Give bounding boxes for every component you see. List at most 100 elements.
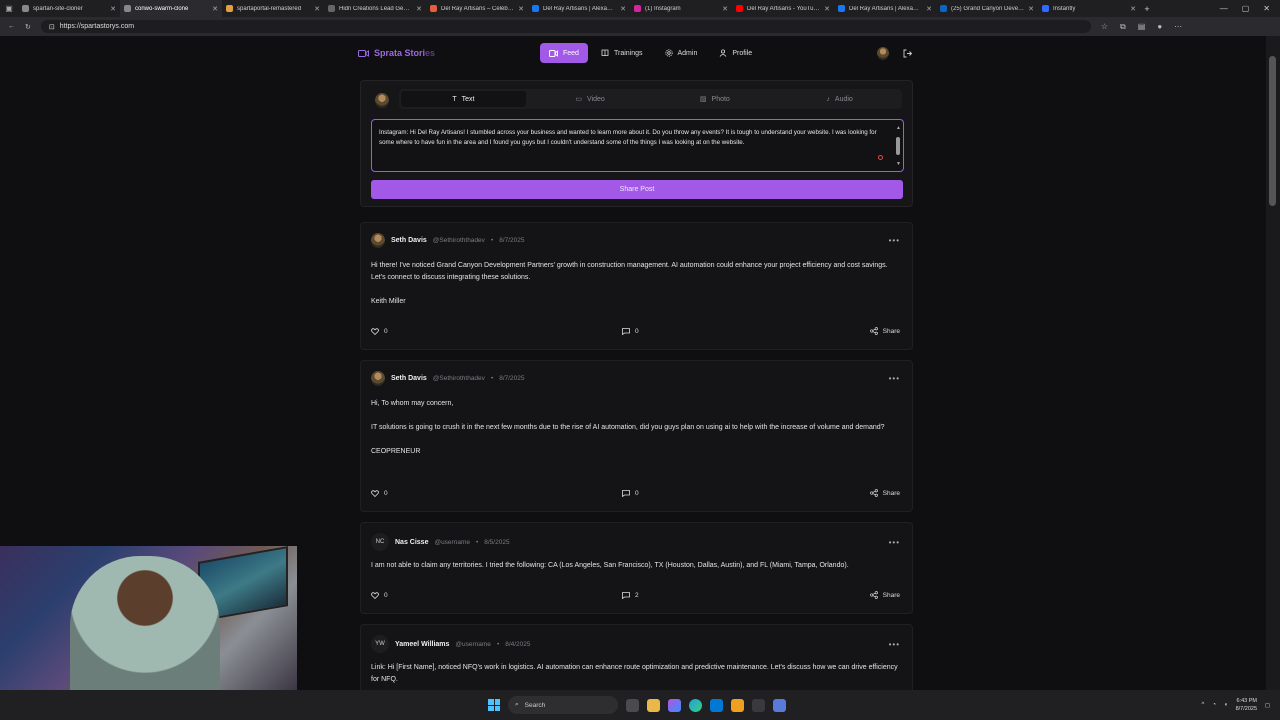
tab-close-icon[interactable]: ✕ <box>926 5 932 13</box>
share-button[interactable]: Share <box>869 591 900 599</box>
notifications-icon[interactable]: ◻ <box>1265 702 1270 709</box>
user-avatar[interactable] <box>877 46 889 60</box>
meta-separator: • <box>475 538 479 546</box>
file-explorer-icon[interactable] <box>647 698 660 712</box>
comment-button[interactable]: 0 <box>622 490 639 497</box>
task-view-icon[interactable] <box>626 698 639 712</box>
terminal-icon[interactable] <box>752 698 765 712</box>
post-body: I am not able to claim any territories. … <box>371 560 900 584</box>
brand-logo[interactable]: Sprata Stories <box>358 48 540 58</box>
comment-button[interactable]: 0 <box>622 328 639 335</box>
post-author-name[interactable]: Nas Cisse <box>395 539 428 546</box>
like-button[interactable]: 0 <box>371 490 388 497</box>
browser-tab[interactable]: Del Ray Artisans – Celebrati... ✕ <box>426 0 528 17</box>
tray-chevron-icon[interactable]: ^ <box>1202 702 1205 708</box>
post-paragraph: Keith Miller <box>371 298 406 305</box>
window-menu-icon[interactable]: ▣ <box>0 4 18 13</box>
logout-icon[interactable] <box>903 49 912 58</box>
book-icon <box>601 49 609 57</box>
textarea-scrollbar[interactable]: ▲ ▼ <box>896 123 901 169</box>
outlook-icon[interactable] <box>710 698 723 712</box>
post-more-icon[interactable]: ••• <box>889 374 900 383</box>
nav-admin-button[interactable]: Admin <box>656 43 707 63</box>
copilot-icon[interactable] <box>668 698 681 712</box>
tab-close-icon[interactable]: ✕ <box>416 5 422 13</box>
nav-feed-button[interactable]: Feed <box>540 43 588 63</box>
post-paragraph: Hi there! I've noticed Grand Canyon Deve… <box>371 262 888 281</box>
tab-photo[interactable]: ▨ Photo <box>653 89 778 109</box>
site-info-icon[interactable]: ⊡ <box>49 23 55 31</box>
wifi-icon[interactable]: ◔ <box>1212 702 1216 708</box>
share-icon <box>869 591 878 599</box>
url-field[interactable]: ⊡ https://spartastorys.com <box>40 20 1091 33</box>
tab-close-icon[interactable]: ✕ <box>314 5 320 13</box>
post-date: 8/7/2025 <box>499 237 525 244</box>
post-more-icon[interactable]: ••• <box>889 640 900 649</box>
browser-tab[interactable]: Del Ray Artisans - YouTube ✕ <box>732 0 834 17</box>
tab-close-icon[interactable]: ✕ <box>518 5 524 13</box>
tab-close-icon[interactable]: ✕ <box>722 5 728 13</box>
vscode-icon[interactable] <box>773 698 786 712</box>
share-label: Share <box>882 591 900 599</box>
tab-close-icon[interactable]: ✕ <box>824 5 830 13</box>
post-author-avatar[interactable] <box>371 371 385 386</box>
post-author-name[interactable]: Yameel Williams <box>395 641 449 648</box>
post-author-name[interactable]: Seth Davis <box>391 237 427 244</box>
collections-icon[interactable]: ▤ <box>1138 22 1146 32</box>
reload-icon[interactable]: ↻ <box>25 23 31 31</box>
comment-button[interactable]: 2 <box>622 592 639 599</box>
tab-text[interactable]: T Text <box>401 91 526 107</box>
browser-tab[interactable]: spartaportal-remastered ✕ <box>222 0 324 17</box>
user-icon <box>719 49 727 57</box>
minimize-icon[interactable]: — <box>1220 4 1228 13</box>
edge-browser-icon[interactable] <box>689 698 702 712</box>
tab-video[interactable]: ▭ Video <box>528 89 653 109</box>
taskbar-search[interactable]: ⌕ Search <box>508 696 618 714</box>
volume-icon[interactable]: ◖ <box>1224 702 1228 708</box>
back-icon[interactable]: ← <box>8 23 15 30</box>
start-button-icon[interactable] <box>488 699 500 711</box>
more-icon[interactable]: ⋯ <box>1174 22 1182 32</box>
feed-post: Seth Davis @Sethiroththadev • 8/7/2025 ••• Hi… <box>360 222 913 350</box>
post-more-icon[interactable]: ••• <box>889 236 900 245</box>
tab-close-icon[interactable]: ✕ <box>1028 5 1034 13</box>
share-post-button[interactable]: Share Post <box>371 180 903 199</box>
browser-tab[interactable]: (1) Instagram ✕ <box>630 0 732 17</box>
post-textarea[interactable]: Instagram: Hi Del Ray Artisans! I stumbl… <box>371 119 904 172</box>
browser-tab[interactable]: Hidn Creations Lead Genera...✕ <box>324 0 426 17</box>
close-window-icon[interactable]: ✕ <box>1263 4 1270 13</box>
browser-tab[interactable]: (25) Grand Canyon Develop... ✕ <box>936 0 1038 17</box>
browser-tab[interactable]: Del Ray Artisans | Alexandri... ✕ <box>834 0 936 17</box>
extensions-icon[interactable]: ⧉ <box>1120 22 1126 32</box>
share-button[interactable]: Share <box>869 489 900 497</box>
tab-audio[interactable]: ♪ Audio <box>777 89 902 109</box>
browser-tab[interactable]: conwo-swarm-clone ✕ <box>120 0 222 17</box>
share-button[interactable]: Share <box>869 327 900 335</box>
favorite-icon[interactable]: ☆ <box>1101 22 1108 32</box>
browser-tab[interactable]: Del Ray Artisans | Alexandri... ✕ <box>528 0 630 17</box>
tab-favicon-icon <box>22 5 29 12</box>
new-tab-button[interactable]: + <box>1140 4 1154 14</box>
profile-icon[interactable]: ● <box>1157 22 1162 32</box>
post-more-icon[interactable]: ••• <box>889 538 900 547</box>
tab-title: Del Ray Artisans - YouTube <box>747 5 821 12</box>
app-icon[interactable] <box>731 698 744 712</box>
tab-close-icon[interactable]: ✕ <box>1130 5 1136 13</box>
tab-close-icon[interactable]: ✕ <box>212 5 218 13</box>
nav-profile-button[interactable]: Profile <box>710 43 761 63</box>
post-author-avatar[interactable] <box>371 233 385 248</box>
browser-tab[interactable]: Instantly ✕ <box>1038 0 1140 17</box>
post-author-avatar[interactable]: NC <box>371 533 389 551</box>
tab-close-icon[interactable]: ✕ <box>110 5 116 13</box>
post-author-name[interactable]: Seth Davis <box>391 375 427 382</box>
like-button[interactable]: 0 <box>371 592 388 599</box>
post-author-avatar[interactable]: YW <box>371 635 389 653</box>
nav-trainings-button[interactable]: Trainings <box>592 43 652 63</box>
post-actions: 0 0 Share <box>371 489 900 497</box>
like-button[interactable]: 0 <box>371 328 388 335</box>
tab-favicon-icon <box>226 5 233 12</box>
page-scrollbar[interactable] <box>1266 36 1280 690</box>
maximize-icon[interactable]: ▢ <box>1242 4 1250 13</box>
tab-close-icon[interactable]: ✕ <box>620 5 626 13</box>
browser-tab[interactable]: spartan-site-cloner ✕ <box>18 0 120 17</box>
